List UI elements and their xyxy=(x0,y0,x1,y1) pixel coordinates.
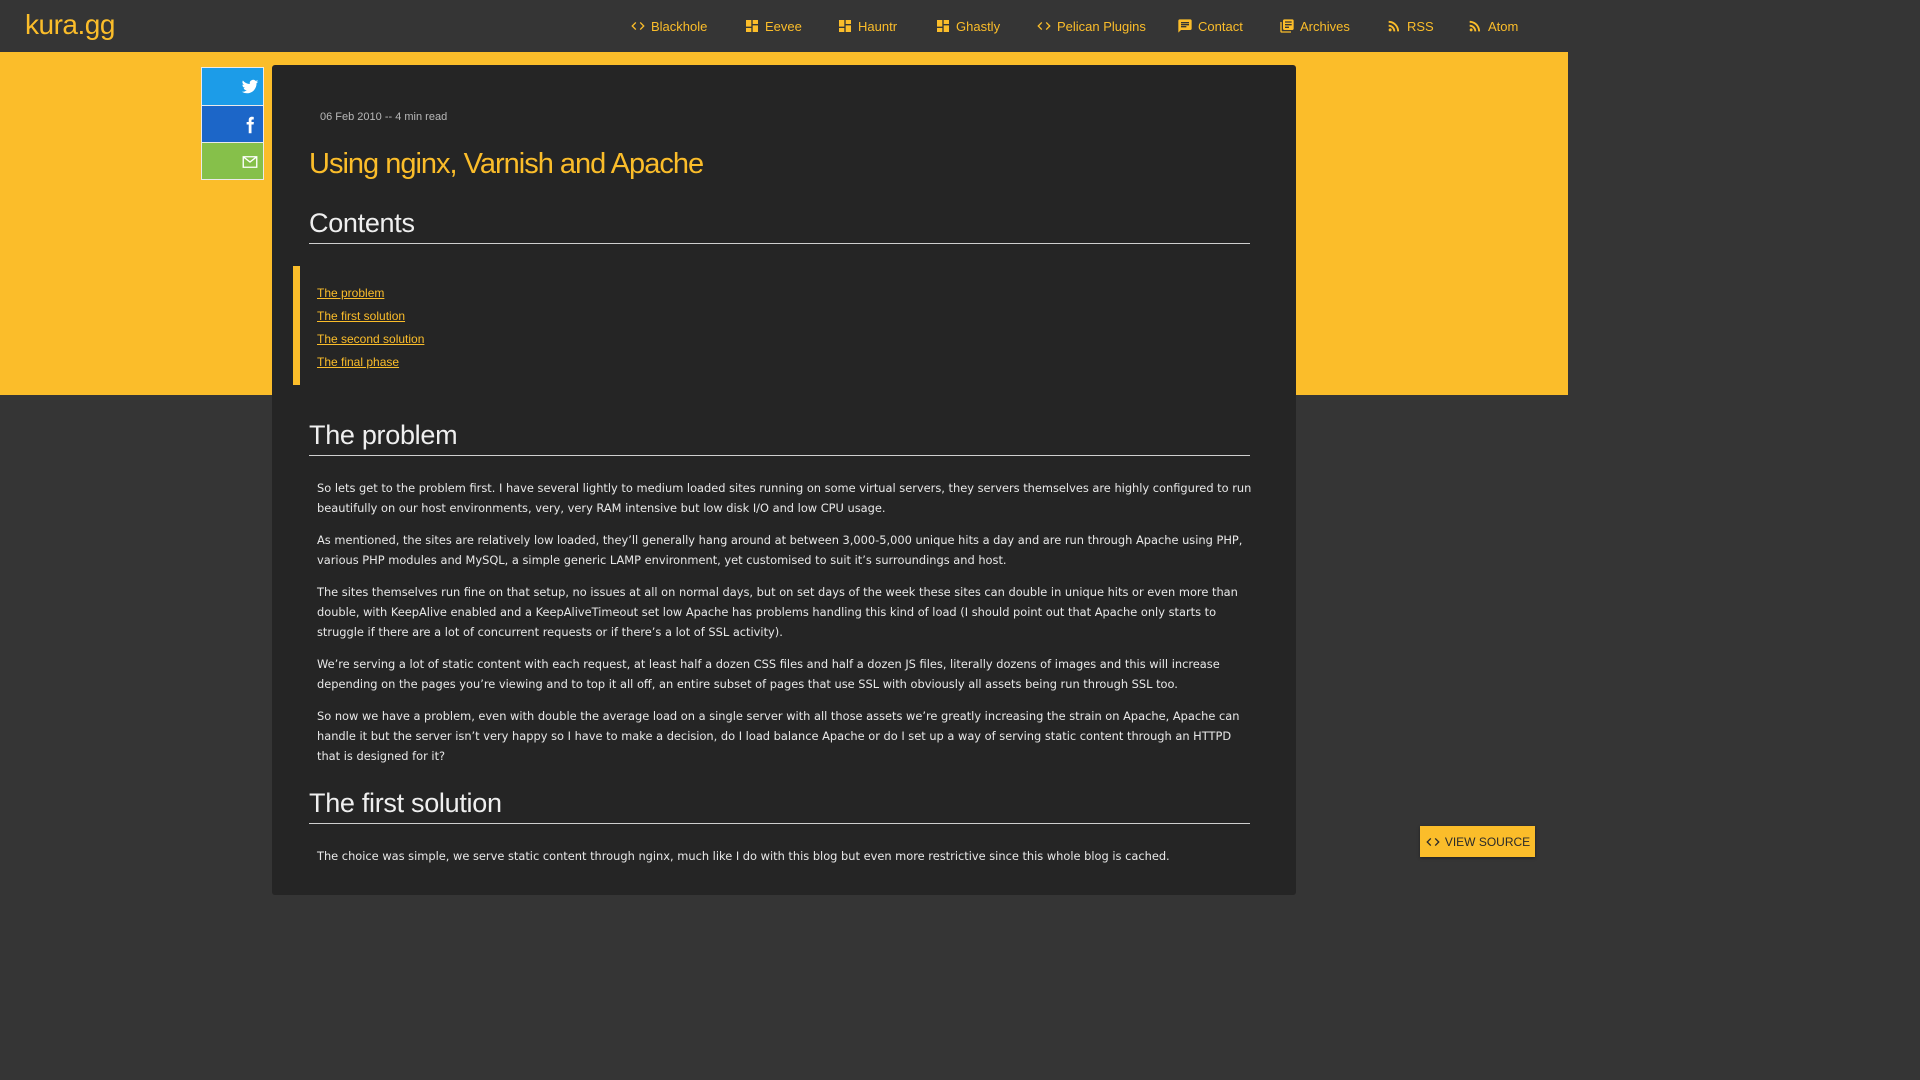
nav-item-atom[interactable]: Atom xyxy=(1467,16,1518,36)
dashboard-icon xyxy=(935,18,951,34)
dashboard-icon xyxy=(837,18,853,34)
dashboard-icon xyxy=(744,18,760,34)
top-navigation-bar: kura.gg Blackhole Eevee Hauntr Ghastly P… xyxy=(0,0,1568,52)
twitter-icon xyxy=(241,79,259,94)
code-icon xyxy=(1426,837,1440,846)
paragraph: The sites themselves run fine on that se… xyxy=(317,585,1238,639)
nav-item-pelican-plugins[interactable]: Pelican Plugins xyxy=(1036,16,1146,36)
library-icon xyxy=(1279,18,1295,34)
toc-link-second-solution[interactable]: The second solution xyxy=(317,328,693,351)
nav-item-label: Blackhole xyxy=(651,18,708,34)
article-card: 06 Feb 2010 -- 4 min read Using nginx, V… xyxy=(272,65,1296,895)
toc-link-final-phase[interactable]: The final phase xyxy=(317,351,693,374)
nav-item-label: Eevee xyxy=(765,18,802,34)
nav-item-archives[interactable]: Archives xyxy=(1279,16,1350,36)
rss-icon xyxy=(1467,18,1483,34)
nav-item-ghastly[interactable]: Ghastly xyxy=(935,16,1000,36)
table-of-contents: The problem The first solution The secon… xyxy=(293,266,693,385)
nav-item-label: Pelican Plugins xyxy=(1057,18,1146,34)
nav-item-label: Atom xyxy=(1488,18,1519,34)
section-heading-problem: The problem xyxy=(309,420,1250,456)
nav-item-label: Contact xyxy=(1198,18,1243,34)
nav-item-label: Ghastly xyxy=(956,18,1001,34)
nav-item-label: Hauntr xyxy=(858,18,898,34)
share-facebook-button[interactable] xyxy=(202,105,263,142)
email-icon xyxy=(242,156,258,168)
rss-icon xyxy=(1386,18,1402,34)
nav-item-label: Archives xyxy=(1300,18,1350,34)
toc-link-problem[interactable]: The problem xyxy=(317,282,693,305)
code-icon xyxy=(630,18,646,34)
toc-link-first-solution[interactable]: The first solution xyxy=(317,305,693,328)
contents-heading: Contents xyxy=(309,208,1250,244)
nav-item-hauntr[interactable]: Hauntr xyxy=(837,16,897,36)
share-twitter-button[interactable] xyxy=(202,68,263,105)
paragraph: As mentioned, the sites are relatively l… xyxy=(317,533,1243,567)
nav-item-blackhole[interactable]: Blackhole xyxy=(630,16,707,36)
view-source-button[interactable]: VIEW SOURCE xyxy=(1420,826,1535,857)
nav-item-eevee[interactable]: Eevee xyxy=(744,16,802,36)
nav-item-contact[interactable]: Contact xyxy=(1177,16,1243,36)
article-title: Using nginx, Varnish and Apache xyxy=(309,148,704,180)
nav-item-rss[interactable]: RSS xyxy=(1386,16,1434,36)
code-icon xyxy=(1036,18,1052,34)
section-heading-first-solution: The first solution xyxy=(309,788,1250,824)
facebook-icon xyxy=(246,116,254,134)
view-source-label: VIEW SOURCE xyxy=(1444,834,1531,849)
paragraph: We’re serving a lot of static content wi… xyxy=(317,657,1220,691)
article-meta: 06 Feb 2010 -- 4 min read xyxy=(320,111,448,123)
paragraph: The choice was simple, we serve static c… xyxy=(317,849,1170,863)
share-buttons xyxy=(201,67,264,180)
paragraph: So lets get to the problem first. I have… xyxy=(317,481,1252,515)
message-icon xyxy=(1177,18,1193,34)
share-email-button[interactable] xyxy=(202,142,263,179)
site-logo[interactable]: kura.gg xyxy=(25,9,115,41)
nav-item-label: RSS xyxy=(1407,18,1434,34)
paragraph: So now we have a problem, even with doub… xyxy=(317,709,1240,763)
